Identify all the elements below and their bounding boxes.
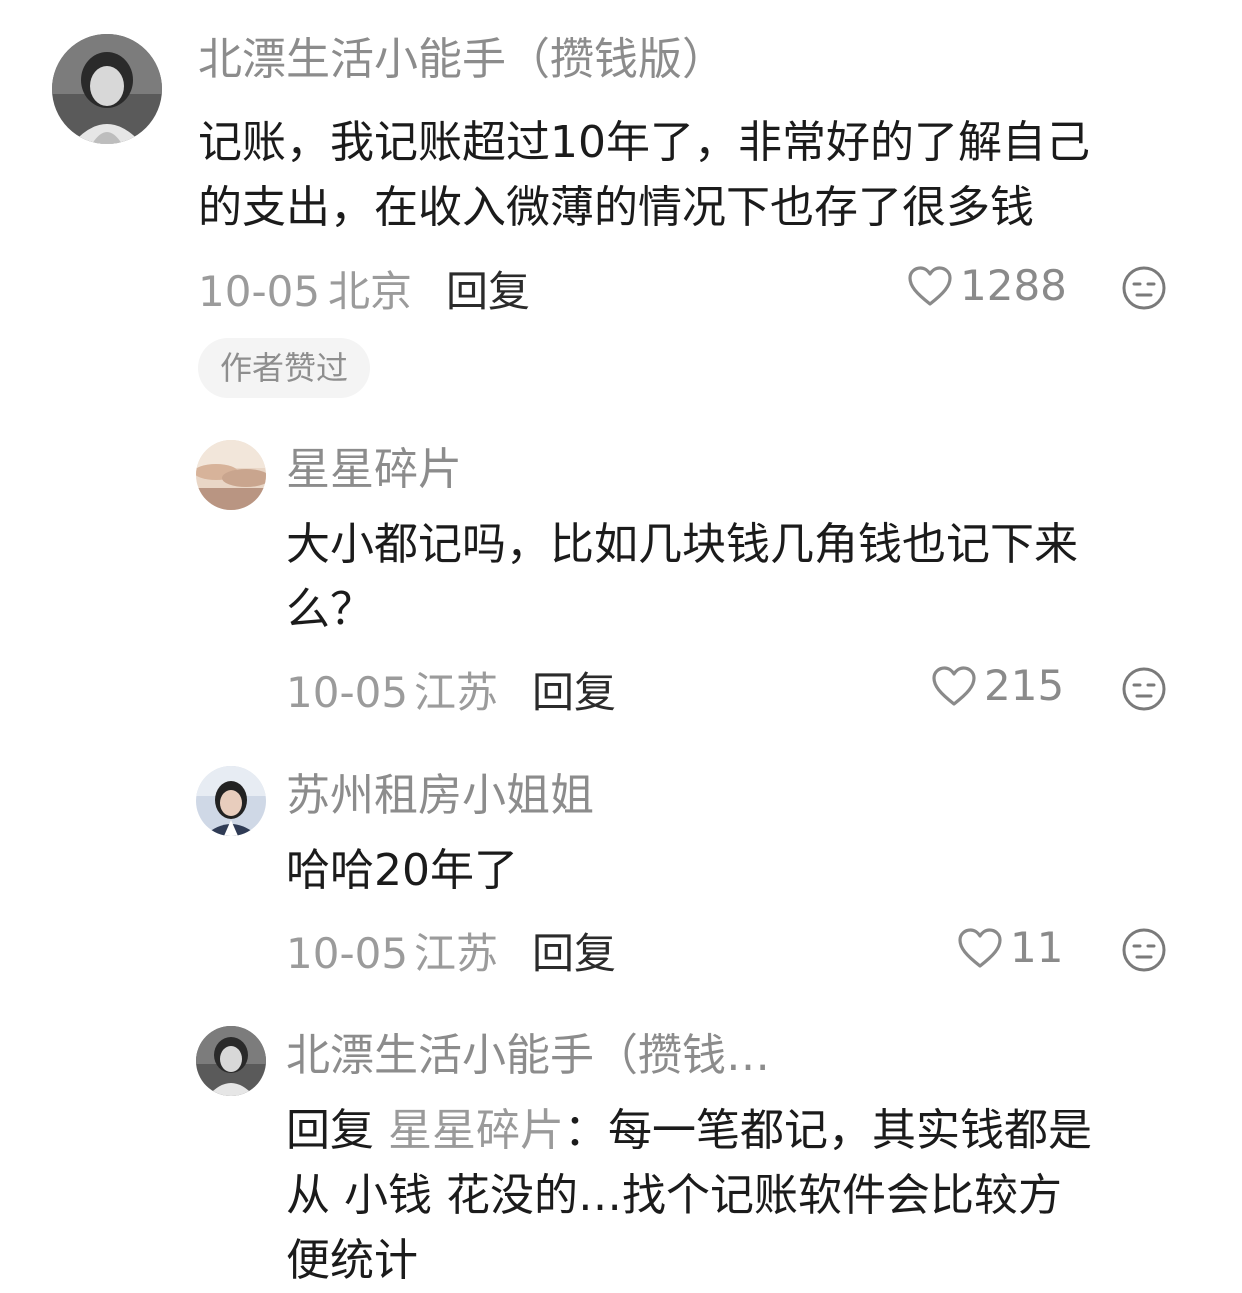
comment-username[interactable]: 北漂生活小能手（攒钱版） xyxy=(198,30,726,90)
reply-prefix: 回复 xyxy=(286,1105,374,1156)
like-count: 1288 xyxy=(960,261,1067,310)
comment-text-line: 的支出，在收入微薄的情况下也存了很多钱 xyxy=(198,182,1034,233)
comment-date: 10-05 xyxy=(286,668,409,717)
reply-button[interactable]: 回复 xyxy=(532,665,616,721)
more-options-button[interactable] xyxy=(1120,264,1168,312)
like-button[interactable]: 1288 xyxy=(906,258,1067,314)
comment-username[interactable]: 星星碎片 xyxy=(286,440,462,500)
comment-text-line: 么？ xyxy=(286,584,374,635)
reply-to-username[interactable]: 星星碎片 xyxy=(388,1105,564,1156)
avatar-user-3[interactable] xyxy=(196,766,266,836)
comment-text-line: 大小都记吗，比如几块钱几角钱也记下来 xyxy=(286,519,1078,570)
more-options-button[interactable] xyxy=(1120,665,1168,713)
comment-location: 北京 xyxy=(328,267,413,316)
neutral-face-emoji-icon xyxy=(1122,266,1166,310)
avatar-user-2[interactable] xyxy=(196,440,266,510)
neutral-face-emoji-icon xyxy=(1122,667,1166,711)
reply-button[interactable]: 回复 xyxy=(532,926,616,982)
comment-text-line: 回复 星星碎片：每一笔都记，其实钱都是 xyxy=(286,1098,1092,1163)
comment-location: 江苏 xyxy=(414,668,499,717)
like-count: 11 xyxy=(1010,923,1064,972)
comment-text-line: 记账，我记账超过10年了，非常好的了解自己 xyxy=(198,117,1090,168)
heart-outline-icon xyxy=(932,666,976,706)
more-options-button[interactable] xyxy=(1120,926,1168,974)
reply-button[interactable]: 回复 xyxy=(446,264,530,320)
reply-text: ：每一笔都记，其实钱都是 xyxy=(564,1105,1092,1156)
comment-location: 江苏 xyxy=(414,929,499,978)
avatar-user-4[interactable] xyxy=(196,1026,266,1096)
comment-username[interactable]: 苏州租房小姐姐 xyxy=(286,766,594,826)
comment-text-line: 从 小钱 花没的…找个记账软件会比较方 xyxy=(286,1170,1062,1221)
comment-text-line: 哈哈20年了 xyxy=(286,845,518,896)
heart-outline-icon xyxy=(908,266,952,306)
like-button[interactable]: 11 xyxy=(956,920,1063,976)
like-count: 215 xyxy=(984,661,1065,710)
comment-username[interactable]: 北漂生活小能手（攒钱… xyxy=(286,1026,770,1086)
neutral-face-emoji-icon xyxy=(1122,928,1166,972)
comment-date: 10-05 xyxy=(286,929,409,978)
heart-outline-icon xyxy=(958,928,1002,968)
author-liked-badge: 作者赞过 xyxy=(198,338,371,398)
like-button[interactable]: 215 xyxy=(930,658,1064,714)
comment-text-line: 便统计 xyxy=(286,1235,418,1286)
comment-date: 10-05 xyxy=(198,267,321,316)
avatar-user-1[interactable] xyxy=(52,34,162,144)
